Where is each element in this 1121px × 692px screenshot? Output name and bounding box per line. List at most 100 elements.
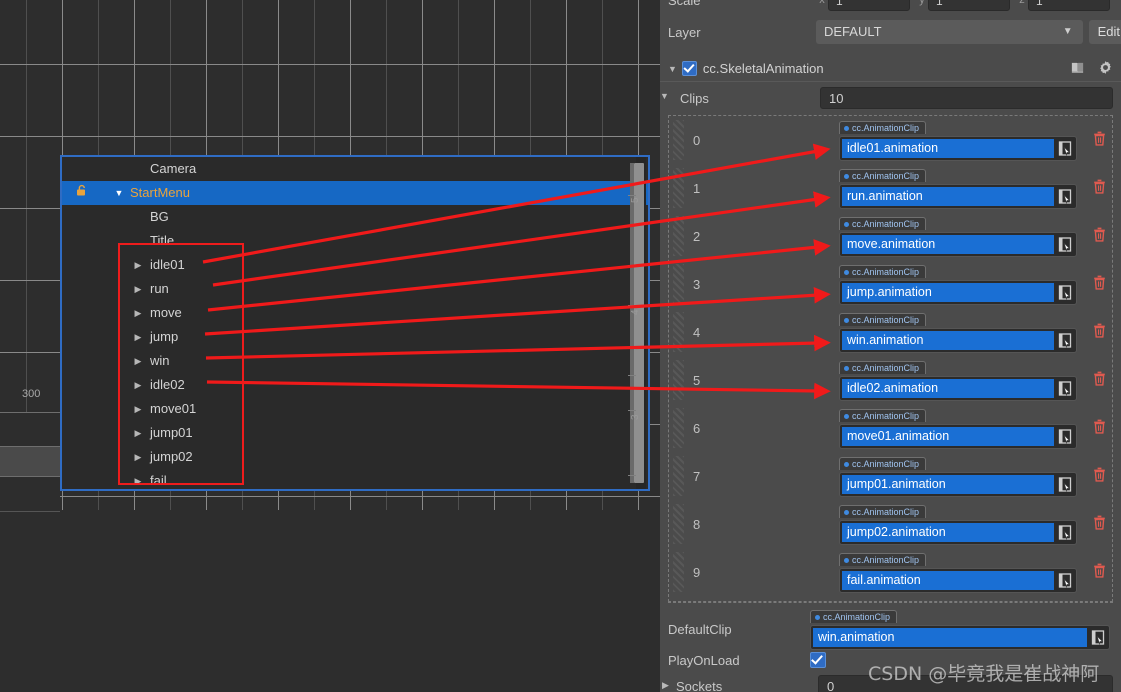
delete-clip-icon[interactable] xyxy=(1093,467,1106,485)
delete-clip-icon[interactable] xyxy=(1093,227,1106,245)
lock-icon[interactable] xyxy=(76,181,90,205)
asset-picker-icon[interactable] xyxy=(1057,187,1074,206)
clip-field[interactable]: cc.AnimationClip move.animation xyxy=(839,216,1077,257)
clip-value-row[interactable]: jump.animation xyxy=(839,279,1077,305)
asset-picker-icon[interactable] xyxy=(1057,571,1074,590)
clip-row[interactable]: 5 cc.AnimationClip idle02.animation xyxy=(669,356,1112,404)
drag-handle-icon[interactable] xyxy=(673,456,684,496)
clip-field[interactable]: cc.AnimationClip jump02.animation xyxy=(839,504,1077,545)
playonload-checkbox[interactable] xyxy=(810,652,826,668)
clip-field[interactable]: cc.AnimationClip run.animation xyxy=(839,168,1077,209)
clip-row[interactable]: 9 cc.AnimationClip fail.animation xyxy=(669,548,1112,596)
tree-item-idle02[interactable]: ▶ idle02 xyxy=(62,373,648,397)
chevron-right-icon[interactable]: ▶ xyxy=(132,397,144,421)
tree-item-run[interactable]: ▶ run xyxy=(62,277,648,301)
clip-row[interactable]: 2 cc.AnimationClip move.animation xyxy=(669,212,1112,260)
tree-item-startmenu[interactable]: ▼ StartMenu xyxy=(62,181,648,205)
hierarchy-tree[interactable]: Camera ▼ StartMenu BG Title ▶ idle01 ▶ run ▶ move ▶… xyxy=(62,157,648,489)
clip-row[interactable]: 3 cc.AnimationClip jump.animation xyxy=(669,260,1112,308)
clip-value[interactable]: jump02.animation xyxy=(842,522,1054,542)
asset-picker-icon[interactable] xyxy=(1090,628,1107,647)
tree-item-win[interactable]: ▶ win xyxy=(62,349,648,373)
scale-x-group[interactable]: x 1 xyxy=(816,0,910,11)
clip-row[interactable]: 1 cc.AnimationClip run.animation xyxy=(669,164,1112,212)
tree-item-move01[interactable]: ▶ move01 xyxy=(62,397,648,421)
clip-value[interactable]: run.animation xyxy=(842,186,1054,206)
tree-item-jump01[interactable]: ▶ jump01 xyxy=(62,421,648,445)
tree-item-bg[interactable]: BG xyxy=(62,205,648,229)
tree-item-camera[interactable]: Camera xyxy=(62,157,648,181)
tree-item-jump[interactable]: ▶ jump xyxy=(62,325,648,349)
drag-handle-icon[interactable] xyxy=(673,552,684,592)
asset-picker-icon[interactable] xyxy=(1057,283,1074,302)
scale-y-group[interactable]: y 1 xyxy=(916,0,1010,11)
clip-value[interactable]: jump.animation xyxy=(842,282,1054,302)
asset-picker-icon[interactable] xyxy=(1057,331,1074,350)
clip-value-row[interactable]: jump02.animation xyxy=(839,519,1077,545)
delete-clip-icon[interactable] xyxy=(1093,419,1106,437)
scale-x-input[interactable]: 1 xyxy=(828,0,910,11)
layer-dropdown[interactable]: DEFAULT ▼ xyxy=(816,20,1083,44)
asset-picker-icon[interactable] xyxy=(1057,475,1074,494)
delete-clip-icon[interactable] xyxy=(1093,275,1106,293)
delete-clip-icon[interactable] xyxy=(1093,131,1106,149)
chevron-right-icon[interactable]: ▶ xyxy=(132,277,144,301)
chevron-down-icon[interactable]: ▼ xyxy=(660,91,669,101)
clip-value[interactable]: move01.animation xyxy=(842,426,1054,446)
layer-edit-button[interactable]: Edit xyxy=(1088,20,1121,44)
drag-handle-icon[interactable] xyxy=(673,120,684,160)
clip-value[interactable]: win.animation xyxy=(842,330,1054,350)
clip-value-row[interactable]: move01.animation xyxy=(839,423,1077,449)
tree-item-idle01[interactable]: ▶ idle01 xyxy=(62,253,648,277)
clip-value[interactable]: idle01.animation xyxy=(842,138,1054,158)
clip-row[interactable]: 0 cc.AnimationClip idle01.animation xyxy=(669,116,1112,164)
clip-value-row[interactable]: move.animation xyxy=(839,231,1077,257)
tree-item-move[interactable]: ▶ move xyxy=(62,301,648,325)
clip-value[interactable]: jump01.animation xyxy=(842,474,1054,494)
clip-row[interactable]: 8 cc.AnimationClip jump02.animation xyxy=(669,500,1112,548)
chevron-right-icon[interactable]: ▶ xyxy=(662,680,669,691)
drag-handle-icon[interactable] xyxy=(673,504,684,544)
clip-field[interactable]: cc.AnimationClip move01.animation xyxy=(839,408,1077,449)
asset-picker-icon[interactable] xyxy=(1057,139,1074,158)
drag-handle-icon[interactable] xyxy=(673,408,684,448)
chevron-down-icon[interactable]: ▼ xyxy=(668,64,677,74)
chevron-right-icon[interactable]: ▶ xyxy=(132,421,144,445)
clip-field[interactable]: cc.AnimationClip idle02.animation xyxy=(839,360,1077,401)
clips-count-input[interactable]: 10 xyxy=(820,87,1113,109)
defaultclip-value-row[interactable]: win.animation xyxy=(810,624,1110,650)
drag-handle-icon[interactable] xyxy=(673,264,684,304)
delete-clip-icon[interactable] xyxy=(1093,179,1106,197)
clip-field[interactable]: cc.AnimationClip idle01.animation xyxy=(839,120,1077,161)
scale-z-group[interactable]: z 1 xyxy=(1016,0,1110,11)
drag-handle-icon[interactable] xyxy=(673,168,684,208)
hierarchy-panel[interactable]: Camera ▼ StartMenu BG Title ▶ idle01 ▶ run ▶ move ▶… xyxy=(60,155,650,491)
inspector-panel[interactable]: Scale x 1 y 1 z 1 Layer DEFAULT ▼ Edit ▼… xyxy=(660,0,1121,692)
asset-picker-icon[interactable] xyxy=(1057,523,1074,542)
clip-value-row[interactable]: idle02.animation xyxy=(839,375,1077,401)
clip-row[interactable]: 7 cc.AnimationClip jump01.animation xyxy=(669,452,1112,500)
clip-value[interactable]: move.animation xyxy=(842,234,1054,254)
clip-field[interactable]: cc.AnimationClip fail.animation xyxy=(839,552,1077,593)
tree-item-fail[interactable]: ▶ fail xyxy=(62,469,648,489)
clip-value[interactable]: idle02.animation xyxy=(842,378,1054,398)
tree-item-jump02[interactable]: ▶ jump02 xyxy=(62,445,648,469)
clip-value-row[interactable]: run.animation xyxy=(839,183,1077,209)
component-header[interactable]: ▼ cc.SkeletalAnimation xyxy=(660,56,1121,82)
defaultclip-value[interactable]: win.animation xyxy=(813,627,1087,647)
clip-value-row[interactable]: idle01.animation xyxy=(839,135,1077,161)
tree-item-title[interactable]: Title xyxy=(62,229,648,253)
drag-handle-icon[interactable] xyxy=(673,216,684,256)
chevron-right-icon[interactable]: ▶ xyxy=(132,445,144,469)
clip-field[interactable]: cc.AnimationClip win.animation xyxy=(839,312,1077,353)
delete-clip-icon[interactable] xyxy=(1093,515,1106,533)
clip-field[interactable]: cc.AnimationClip jump.animation xyxy=(839,264,1077,305)
clip-field[interactable]: cc.AnimationClip jump01.animation xyxy=(839,456,1077,497)
asset-picker-icon[interactable] xyxy=(1057,427,1074,446)
chevron-right-icon[interactable]: ▶ xyxy=(132,253,144,277)
delete-clip-icon[interactable] xyxy=(1093,323,1106,341)
drag-handle-icon[interactable] xyxy=(673,360,684,400)
clip-value-row[interactable]: win.animation xyxy=(839,327,1077,353)
book-icon[interactable] xyxy=(1070,60,1085,78)
clip-row[interactable]: 4 cc.AnimationClip win.animation xyxy=(669,308,1112,356)
